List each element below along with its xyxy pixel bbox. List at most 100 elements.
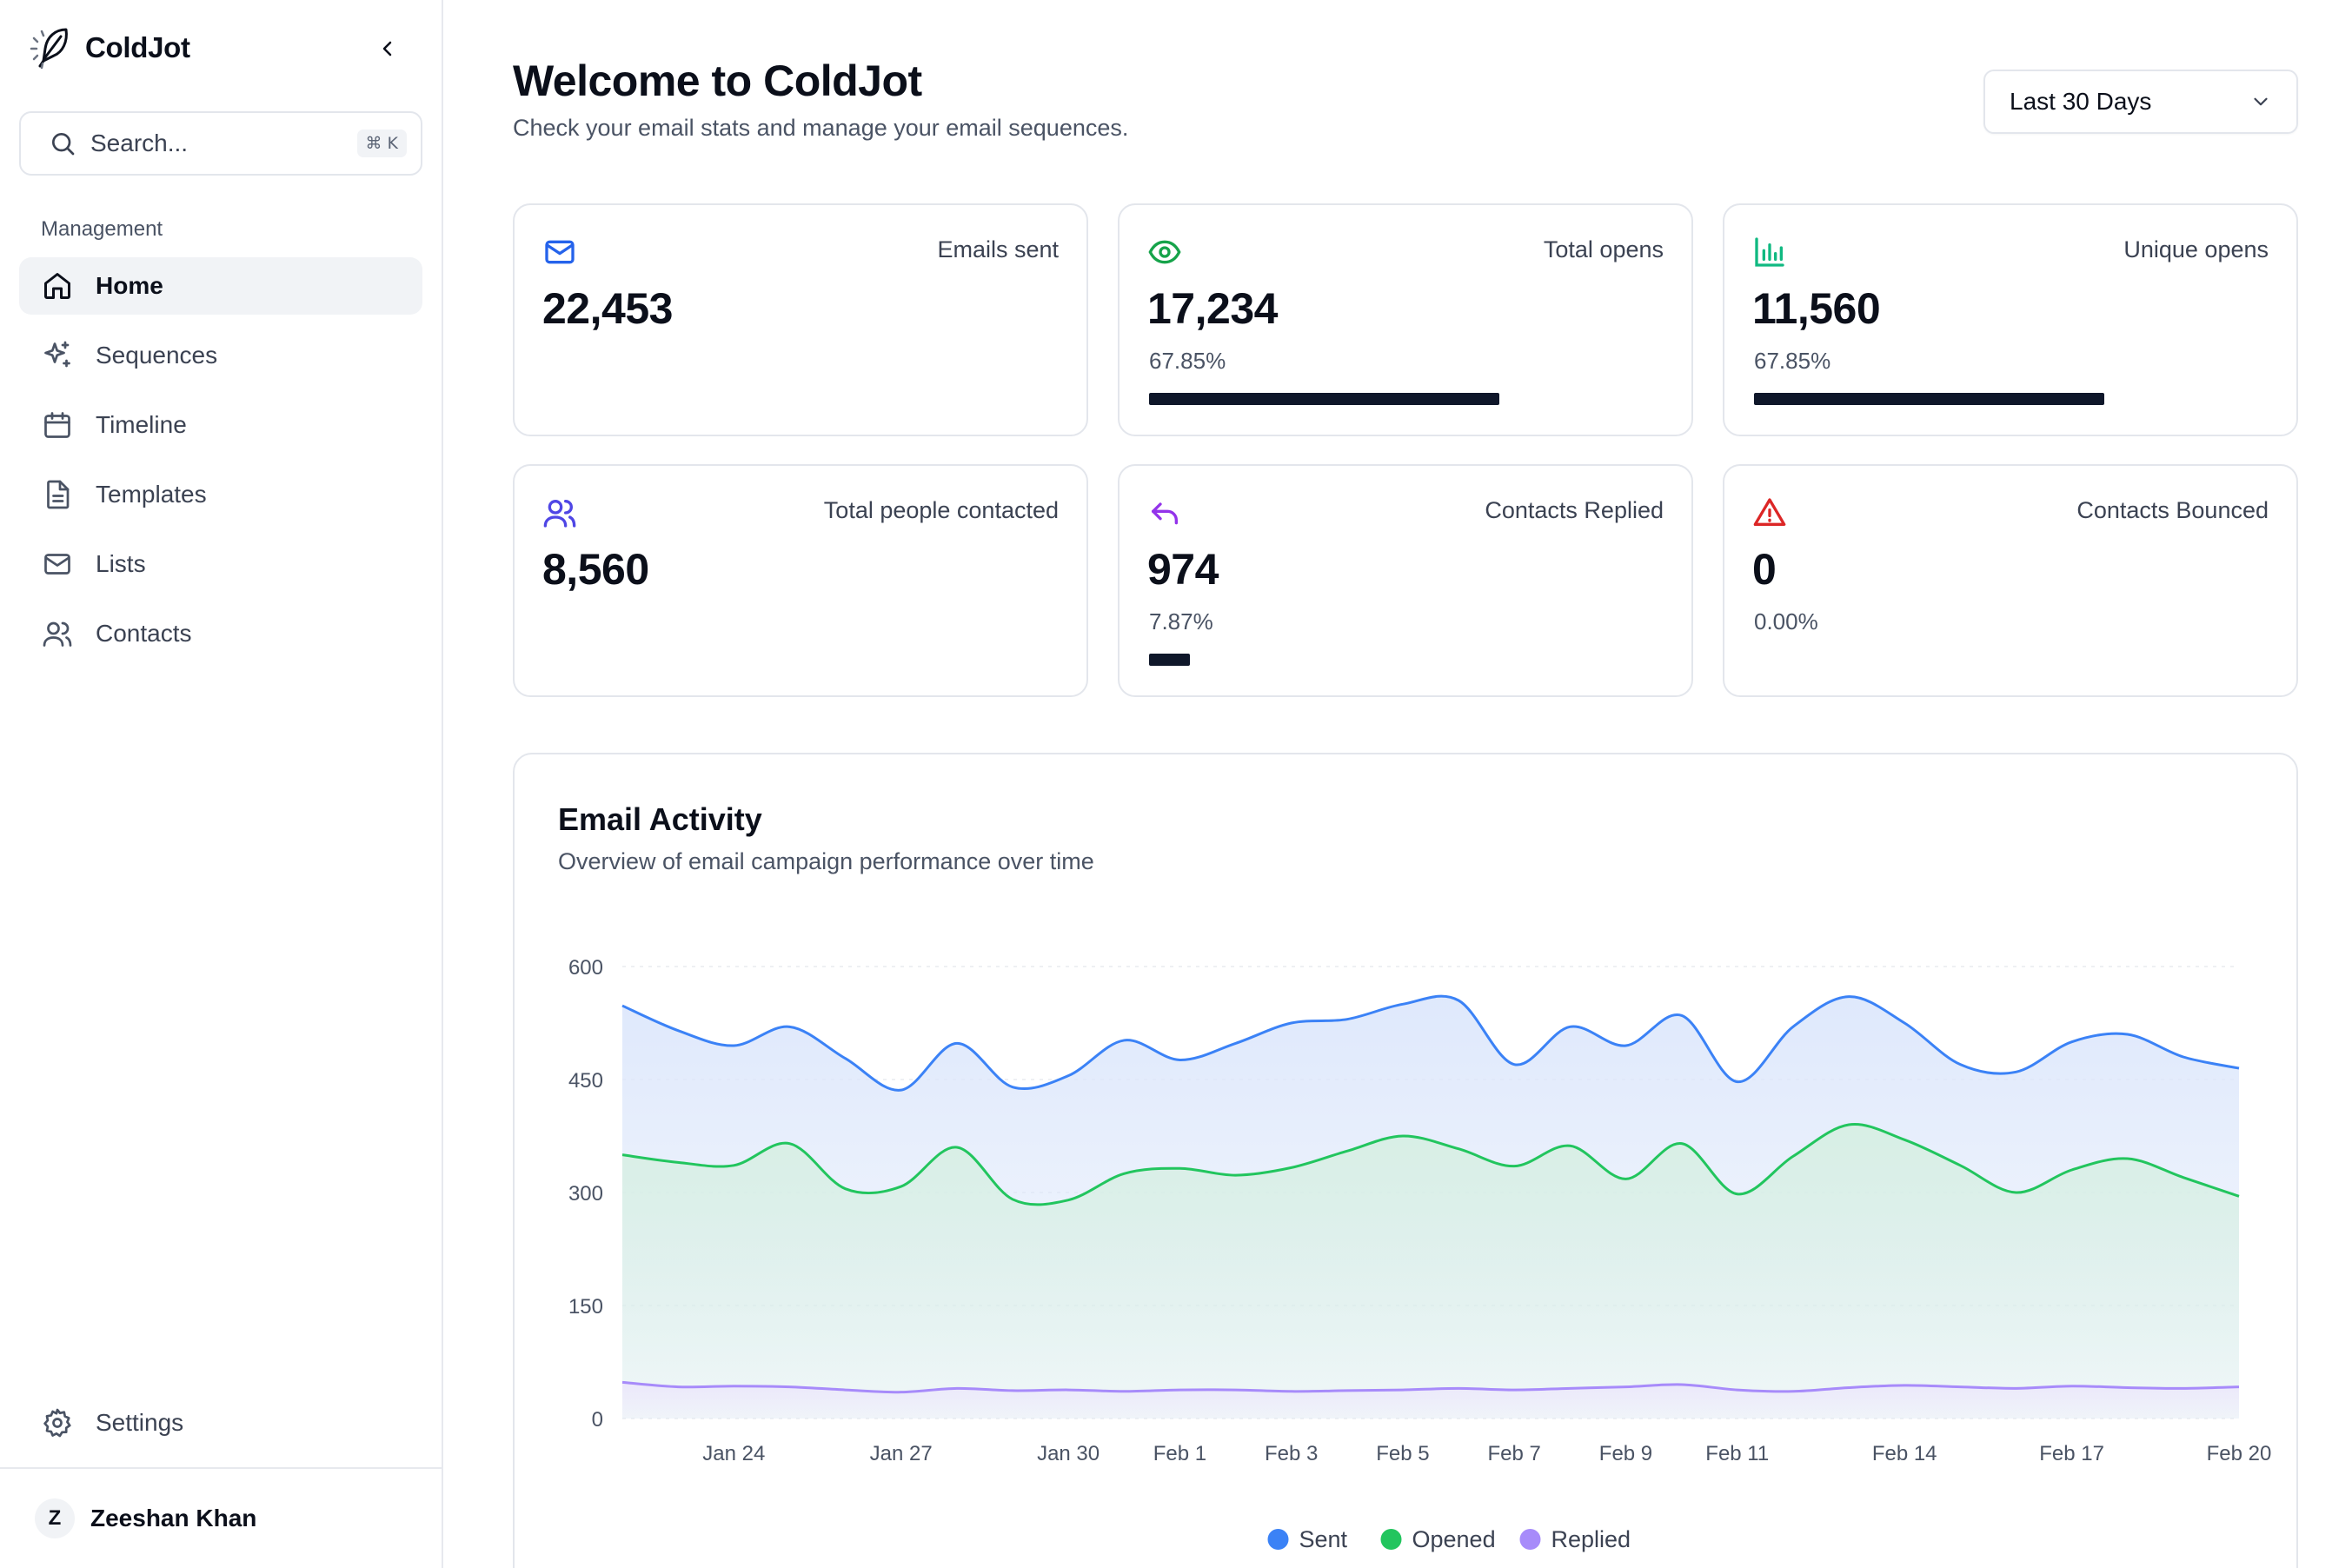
collapse-sidebar-button[interactable] (370, 31, 405, 66)
x-tick-label: Jan 27 (870, 1442, 933, 1465)
user-profile[interactable]: Z Zeeshan Khan (0, 1467, 442, 1568)
x-tick-label: Feb 9 (1599, 1442, 1652, 1465)
settings-section: Settings (19, 1394, 422, 1464)
search-input[interactable]: Search... ⌘ K (19, 111, 422, 176)
legend-item-replied: Replied (1519, 1526, 1631, 1552)
x-tick-label: Feb 3 (1265, 1442, 1318, 1465)
stat-value: 17,234 (1147, 284, 1278, 333)
y-tick-label: 600 (568, 956, 603, 980)
stat-label: Total opens (1543, 236, 1664, 262)
chevron-left-icon (382, 41, 392, 56)
mail-icon (542, 235, 577, 269)
date-range-value: Last 30 Days (2010, 88, 2152, 115)
stat-label: Unique opens (2123, 236, 2269, 262)
page-subtitle: Check your email stats and manage your e… (513, 115, 1129, 141)
user-name: Zeeshan Khan (90, 1505, 257, 1531)
email-activity-chart: 0 150 300 450 600 Jan 24 Jan 27 Jan 30 Feb 1 Feb … (568, 956, 2272, 1552)
sidebar: ColdJot Search... ⌘ K Management Home Se… (0, 0, 443, 1568)
stat-card-emails-sent: Emails sent 22,453 (513, 203, 1088, 436)
x-tick-label: Jan 24 (702, 1442, 765, 1465)
sidebar-item-settings[interactable]: Settings (19, 1394, 422, 1452)
mail-icon (40, 547, 75, 581)
stat-label: Emails sent (937, 236, 1059, 262)
y-tick-label: 0 (592, 1408, 603, 1432)
page-title: Welcome to ColdJot (513, 56, 922, 105)
nav-section-label: Management (41, 217, 163, 241)
document-icon (40, 477, 75, 512)
sidebar-item-templates[interactable]: Templates (19, 466, 422, 523)
stat-value: 974 (1147, 545, 1219, 594)
stat-label: Contacts Bounced (2076, 497, 2269, 523)
legend-swatch (1519, 1529, 1541, 1550)
stat-progress-bar (1754, 393, 2105, 405)
y-tick-label: 450 (568, 1069, 603, 1093)
brand-name: ColdJot (85, 31, 190, 63)
sidebar-item-label: Timeline (96, 411, 187, 438)
x-tick-label: Feb 17 (2039, 1442, 2104, 1465)
x-tick-label: Jan 30 (1037, 1442, 1100, 1465)
stat-value: 8,560 (542, 545, 649, 594)
gear-icon (40, 1405, 75, 1440)
chevron-down-icon (2254, 97, 2268, 106)
brand[interactable]: ColdJot (26, 23, 190, 73)
stat-percentage: 67.85% (1754, 348, 1831, 374)
sidebar-item-label: Lists (96, 550, 146, 577)
search-shortcut: ⌘ K (356, 130, 407, 157)
stat-card-contacts-replied: Contacts Replied 974 7.87% (1118, 464, 1693, 697)
stat-card-total-opens: Total opens 17,234 67.85% (1118, 203, 1693, 436)
sidebar-item-timeline[interactable]: Timeline (19, 396, 422, 454)
stat-value: 0 (1752, 545, 1777, 594)
sidebar-nav: Home Sequences Timeline Templates Lists (19, 257, 422, 674)
calendar-icon (40, 408, 75, 442)
alert-triangle-icon (1752, 495, 1787, 530)
legend-item-sent: Sent (1267, 1526, 1348, 1552)
stat-value: 22,453 (542, 284, 673, 333)
legend-item-opened: Opened (1380, 1526, 1496, 1552)
y-tick-label: 300 (568, 1182, 603, 1206)
avatar: Z (35, 1498, 75, 1538)
sidebar-item-label: Home (96, 272, 163, 299)
stat-value: 11,560 (1752, 284, 1881, 333)
sidebar-item-home[interactable]: Home (19, 257, 422, 315)
bar-chart-icon (1752, 235, 1787, 269)
x-tick-label: Feb 11 (1705, 1442, 1769, 1465)
stat-label: Total people contacted (823, 497, 1059, 523)
search-placeholder: Search... (90, 130, 189, 156)
stat-card-contacts-bounced: Contacts Bounced 0 0.00% (1723, 464, 2298, 697)
sidebar-item-label: Contacts (96, 620, 192, 647)
users-icon (40, 616, 75, 651)
legend-label: Sent (1299, 1526, 1348, 1552)
x-tick-label: Feb 20 (2207, 1442, 2272, 1465)
y-tick-label: 150 (568, 1295, 603, 1319)
email-activity-card: Email Activity Overview of email campaig… (513, 753, 2298, 1568)
stat-percentage: 0.00% (1754, 608, 1818, 635)
date-range-select[interactable]: Last 30 Days (1983, 70, 2298, 134)
x-tick-label: Feb 7 (1488, 1442, 1541, 1465)
stat-label: Contacts Replied (1485, 497, 1664, 523)
legend-swatch (1380, 1529, 1402, 1550)
sidebar-item-contacts[interactable]: Contacts (19, 605, 422, 662)
sidebar-item-label: Settings (96, 1409, 184, 1436)
stat-percentage: 67.85% (1149, 348, 1226, 374)
search-icon (52, 133, 75, 156)
eye-icon (1147, 235, 1182, 269)
sidebar-item-label: Sequences (96, 342, 218, 369)
x-tick-label: Feb 5 (1376, 1442, 1429, 1465)
stat-card-unique-opens: Unique opens 11,560 67.85% (1723, 203, 2298, 436)
stat-progress-bar (1149, 654, 1190, 666)
stat-percentage: 7.87% (1149, 608, 1213, 635)
reply-icon (1147, 495, 1182, 530)
legend-label: Replied (1551, 1526, 1631, 1552)
stat-card-people-contacted: Total people contacted 8,560 (513, 464, 1088, 697)
sidebar-item-label: Templates (96, 481, 207, 508)
feather-logo-icon (26, 23, 76, 73)
home-icon (40, 269, 75, 303)
users-icon (542, 495, 577, 530)
x-tick-label: Feb 14 (1872, 1442, 1937, 1465)
sidebar-item-sequences[interactable]: Sequences (19, 327, 422, 384)
legend-swatch (1267, 1529, 1289, 1550)
sidebar-item-lists[interactable]: Lists (19, 535, 422, 593)
stat-progress-bar (1149, 393, 1500, 405)
sparkles-icon (40, 338, 75, 373)
x-tick-label: Feb 1 (1153, 1442, 1206, 1465)
